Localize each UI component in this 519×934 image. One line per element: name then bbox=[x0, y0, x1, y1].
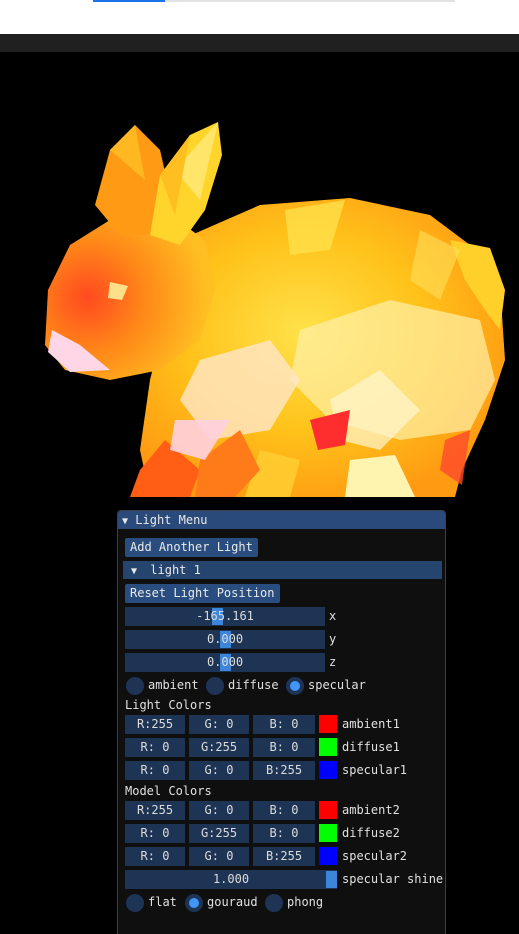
axis-y-label: y bbox=[329, 632, 337, 646]
reset-light-position-button[interactable]: Reset Light Position bbox=[125, 584, 280, 603]
model-diffuse-b[interactable]: B: 0 bbox=[253, 824, 315, 843]
top-progress-fill bbox=[93, 0, 165, 2]
model-specular-swatch[interactable] bbox=[319, 847, 337, 865]
model-ambient-g[interactable]: G: 0 bbox=[189, 801, 249, 820]
radio-gouraud[interactable] bbox=[185, 894, 203, 912]
model-diffuse-name: diffuse2 bbox=[342, 826, 400, 840]
model-specular-r[interactable]: R: 0 bbox=[125, 847, 185, 866]
light-specular-g[interactable]: G: 0 bbox=[189, 761, 249, 780]
light-ambient-name: ambient1 bbox=[342, 717, 400, 731]
model-specular-name: specular2 bbox=[342, 849, 408, 863]
light-menu-panel: ▼ Light Menu Add Another Light ▼ light 1… bbox=[117, 510, 446, 934]
radio-diffuse-label: diffuse bbox=[228, 678, 279, 692]
collapse-triangle-icon[interactable]: ▼ bbox=[122, 513, 128, 531]
model-ambient-b[interactable]: B: 0 bbox=[253, 801, 315, 820]
model-diffuse-swatch[interactable] bbox=[319, 824, 337, 842]
specular-shine-label: specular shine bbox=[342, 872, 444, 886]
collapse-triangle-icon[interactable]: ▼ bbox=[131, 563, 137, 581]
slider-grab[interactable] bbox=[326, 871, 337, 888]
position-y-slider[interactable]: 0.000 bbox=[125, 630, 325, 649]
light-diffuse-r[interactable]: R: 0 bbox=[125, 738, 185, 757]
position-x-slider[interactable]: -165.161 bbox=[125, 607, 325, 626]
light-ambient-b[interactable]: B: 0 bbox=[253, 715, 315, 734]
light-1-label: light 1 bbox=[150, 563, 201, 577]
radio-phong-label: phong bbox=[287, 895, 324, 909]
model-ambient-r[interactable]: R:255 bbox=[125, 801, 185, 820]
model-diffuse-g[interactable]: G:255 bbox=[189, 824, 249, 843]
model-colors-heading: Model Colors bbox=[125, 784, 212, 798]
radio-gouraud-label: gouraud bbox=[207, 895, 258, 909]
add-light-button[interactable]: Add Another Light bbox=[125, 538, 258, 557]
canvas-top-strip bbox=[0, 34, 519, 52]
model-ambient-name: ambient2 bbox=[342, 803, 400, 817]
specular-shine-slider[interactable]: 1.000 bbox=[125, 870, 337, 889]
light-specular-name: specular1 bbox=[342, 763, 408, 777]
model-specular-b[interactable]: B:255 bbox=[253, 847, 315, 866]
radio-phong[interactable] bbox=[265, 894, 283, 912]
light-diffuse-name: diffuse1 bbox=[342, 740, 400, 754]
radio-diffuse[interactable] bbox=[206, 677, 224, 695]
radio-specular-label: specular bbox=[308, 678, 366, 692]
light-diffuse-g[interactable]: G:255 bbox=[189, 738, 249, 757]
light-diffuse-swatch[interactable] bbox=[319, 738, 337, 756]
radio-flat[interactable] bbox=[126, 894, 144, 912]
top-area bbox=[0, 0, 519, 34]
light-ambient-g[interactable]: G: 0 bbox=[189, 715, 249, 734]
light-colors-heading: Light Colors bbox=[125, 698, 212, 712]
model-specular-g[interactable]: G: 0 bbox=[189, 847, 249, 866]
radio-flat-label: flat bbox=[148, 895, 177, 909]
light-specular-r[interactable]: R: 0 bbox=[125, 761, 185, 780]
radio-specular[interactable] bbox=[286, 677, 304, 695]
position-z-slider[interactable]: 0.000 bbox=[125, 653, 325, 672]
panel-title: Light Menu bbox=[135, 513, 208, 527]
panel-title-bar[interactable]: ▼ Light Menu bbox=[118, 511, 445, 529]
model-ambient-swatch[interactable] bbox=[319, 801, 337, 819]
light-specular-b[interactable]: B:255 bbox=[253, 761, 315, 780]
light-specular-swatch[interactable] bbox=[319, 761, 337, 779]
light-1-header[interactable]: ▼ light 1 bbox=[123, 561, 442, 579]
axis-x-label: x bbox=[329, 609, 337, 623]
light-ambient-swatch[interactable] bbox=[319, 715, 337, 733]
light-ambient-r[interactable]: R:255 bbox=[125, 715, 185, 734]
radio-ambient[interactable] bbox=[126, 677, 144, 695]
axis-z-label: z bbox=[329, 655, 337, 669]
light-diffuse-b[interactable]: B: 0 bbox=[253, 738, 315, 757]
radio-ambient-label: ambient bbox=[148, 678, 199, 692]
model-diffuse-r[interactable]: R: 0 bbox=[125, 824, 185, 843]
